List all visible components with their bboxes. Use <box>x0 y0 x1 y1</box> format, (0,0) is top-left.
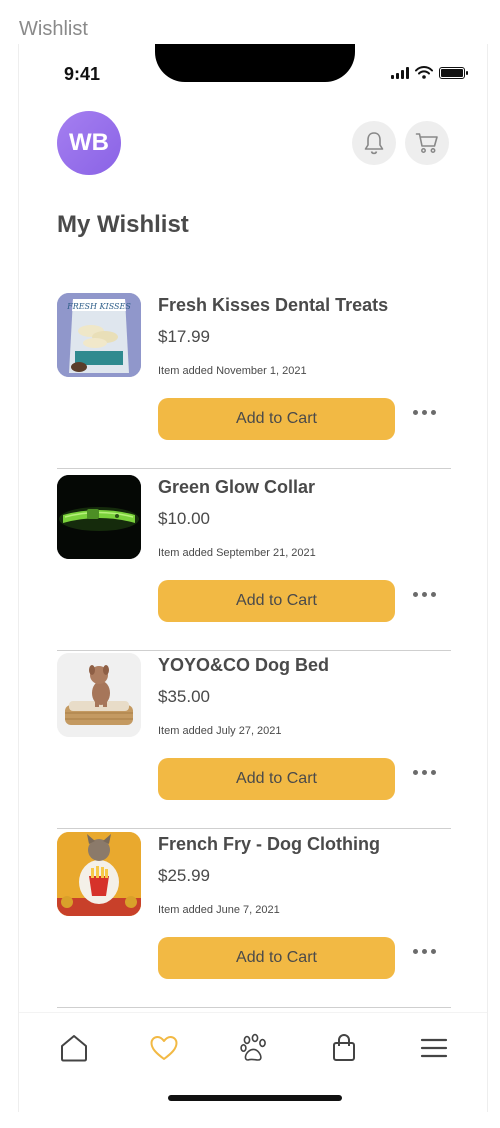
treat-bag-image: FRESH KISSES <box>57 293 141 377</box>
wishlist-item: FRESH KISSES Fresh Kisses Dental Treats … <box>57 290 451 469</box>
dot-icon <box>422 410 427 415</box>
dot-icon <box>431 592 436 597</box>
shopping-bag-icon <box>333 1034 355 1061</box>
tab-home[interactable] <box>57 1031 91 1065</box>
collar-image <box>57 475 141 559</box>
tab-pets[interactable] <box>237 1031 271 1065</box>
wishlist: FRESH KISSES Fresh Kisses Dental Treats … <box>57 290 451 1008</box>
product-image[interactable] <box>57 653 141 737</box>
product-price: $17.99 <box>158 327 210 346</box>
product-price: $25.99 <box>158 866 210 885</box>
dot-icon <box>431 410 436 415</box>
wishlist-item: French Fry - Dog Clothing $25.99 Item ad… <box>57 829 451 1008</box>
product-price: $10.00 <box>158 509 210 528</box>
more-options-button[interactable] <box>413 410 436 415</box>
more-options-button[interactable] <box>413 592 436 597</box>
brand-text: FRESH KISSES <box>66 302 131 311</box>
date-added: Item added September 21, 2021 <box>158 547 316 559</box>
notch <box>155 44 355 82</box>
date-added: Item added June 7, 2021 <box>158 904 280 916</box>
cart-button[interactable] <box>405 121 449 165</box>
battery-icon <box>439 66 468 79</box>
product-image[interactable] <box>57 475 141 559</box>
menu-icon <box>420 1038 448 1058</box>
tab-shop[interactable] <box>327 1031 361 1065</box>
product-name[interactable]: YOYO&CO Dog Bed <box>158 655 329 676</box>
dot-icon <box>413 949 418 954</box>
dot-icon <box>431 770 436 775</box>
dot-icon <box>422 592 427 597</box>
home-indicator <box>168 1095 342 1101</box>
home-icon <box>61 1035 87 1062</box>
add-to-cart-button[interactable]: Add to Cart <box>158 580 395 622</box>
status-time: 9:41 <box>64 64 101 84</box>
avatar[interactable]: WB <box>57 111 121 175</box>
product-image[interactable] <box>57 832 141 916</box>
product-image[interactable]: FRESH KISSES <box>57 293 141 377</box>
tab-bar <box>19 1012 487 1112</box>
add-to-cart-button[interactable]: Add to Cart <box>158 758 395 800</box>
dot-icon <box>431 949 436 954</box>
more-options-button[interactable] <box>413 770 436 775</box>
frame-label: Wishlist <box>19 18 88 40</box>
dot-icon <box>413 592 418 597</box>
cart-icon <box>415 133 438 153</box>
wishlist-item: Green Glow Collar $10.00 Item added Sept… <box>57 472 451 651</box>
add-to-cart-button[interactable]: Add to Cart <box>158 398 395 440</box>
dot-icon <box>413 770 418 775</box>
dog-bed-image <box>57 653 141 737</box>
date-added: Item added July 27, 2021 <box>158 725 282 737</box>
dot-icon <box>413 410 418 415</box>
notifications-button[interactable] <box>352 121 396 165</box>
more-options-button[interactable] <box>413 949 436 954</box>
wifi-icon <box>415 66 433 79</box>
product-price: $35.00 <box>158 687 210 706</box>
tab-menu[interactable] <box>417 1031 451 1065</box>
page-title: My Wishlist <box>57 211 189 238</box>
product-name[interactable]: Fresh Kisses Dental Treats <box>158 295 388 316</box>
heart-icon <box>150 1036 178 1060</box>
bell-icon <box>364 132 384 155</box>
date-added: Item added November 1, 2021 <box>158 365 307 377</box>
tab-wishlist[interactable] <box>147 1031 181 1065</box>
signal-icon <box>391 66 409 79</box>
dog-clothing-image <box>57 832 141 916</box>
phone-screen: 9:41 WB My Wishlist FRESH KISSES Fresh K… <box>18 44 488 1112</box>
paw-icon <box>240 1033 266 1061</box>
product-name[interactable]: Green Glow Collar <box>158 477 315 498</box>
dot-icon <box>422 770 427 775</box>
add-to-cart-button[interactable]: Add to Cart <box>158 937 395 979</box>
dot-icon <box>422 949 427 954</box>
product-name[interactable]: French Fry - Dog Clothing <box>158 834 380 855</box>
wishlist-item: YOYO&CO Dog Bed $35.00 Item added July 2… <box>57 650 451 829</box>
status-icons <box>391 66 468 79</box>
